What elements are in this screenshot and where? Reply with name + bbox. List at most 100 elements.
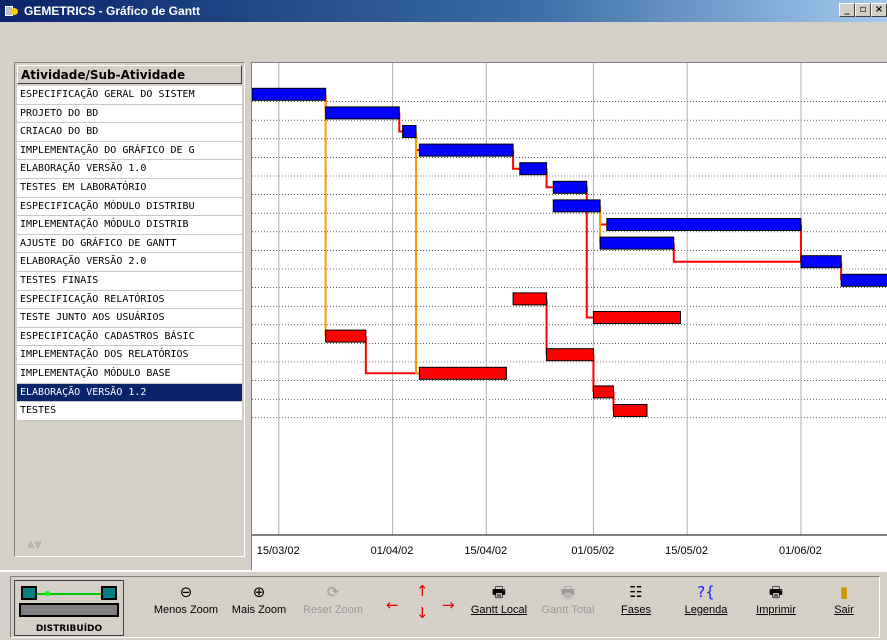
computer-right-icon: [101, 586, 117, 600]
task-bar: [402, 125, 417, 138]
reset-zoom-icon: ⟳: [326, 583, 340, 601]
task-bar: [840, 273, 887, 287]
gantt-local-label: Gantt Local: [470, 604, 528, 616]
gantt-total-button[interactable]: 🖶 Gantt Total: [536, 580, 600, 630]
reset-zoom-button[interactable]: ⟳ Reset Zoom: [298, 580, 368, 630]
activity-row[interactable]: CRIACAO DO BD: [17, 123, 242, 142]
x-tick-label: 01/05/02: [571, 545, 615, 557]
activity-row[interactable]: ELABORAÇÃO VERSÃO 1.0: [17, 160, 242, 179]
imprimir-label: Imprimir: [756, 604, 796, 616]
dependency-link: [599, 205, 607, 226]
close-button[interactable]: ×: [871, 3, 887, 17]
legend-icon: ?{: [697, 583, 715, 601]
task-bar: [552, 199, 601, 213]
task-bar: [325, 106, 400, 120]
activity-row[interactable]: TESTES FINAIS: [17, 271, 242, 291]
legenda-button[interactable]: ?{ Legenda: [676, 580, 736, 630]
activity-row[interactable]: PROJETO DO BD: [17, 104, 242, 124]
gantt-chart: 15/03/02 01/04/02 15/04/02 01/05/02 15/05/02…: [251, 62, 887, 570]
activity-row[interactable]: IMPLEMENTAÇÃO DO GRÁFICO DE G: [17, 141, 242, 161]
activity-list-header: Atividade/Sub-Atividade: [17, 65, 242, 84]
task-bar: [418, 143, 514, 157]
activity-row[interactable]: ESPECIFICAÇÃO CADASTROS BÁSIC: [17, 327, 242, 347]
scroll-arrows-icon[interactable]: ⩓⩔: [27, 536, 42, 552]
computer-left-icon: [21, 586, 37, 600]
task-bar: [512, 292, 548, 306]
distributed-caption: DISTRIBUÍDO: [35, 624, 103, 634]
fases-button[interactable]: ☷ Fases: [614, 580, 658, 630]
network-activity-dot: [45, 591, 50, 596]
phases-icon: ☷: [629, 583, 643, 601]
activity-row[interactable]: IMPLEMENTAÇÃO MÓDULO DISTRIB: [17, 216, 242, 235]
reset-zoom-label: Reset Zoom: [303, 604, 363, 616]
window-controls: _ ▫ ×: [839, 3, 887, 17]
network-base: [19, 603, 119, 617]
activity-row[interactable]: IMPLEMENTAÇÃO DOS RELATÓRIOS: [17, 346, 242, 365]
activity-row[interactable]: AJUSTE DO GRÁFICO DE GANTT: [17, 234, 242, 254]
x-tick-label: 01/06/02: [778, 545, 822, 557]
imprimir-button[interactable]: 🖶 Imprimir: [748, 580, 804, 630]
printer-total-icon: 🖶: [560, 583, 576, 601]
menos-zoom-button[interactable]: ⊖ Menos Zoom: [150, 580, 222, 630]
dependency-link: [512, 150, 520, 170]
task-bar: [592, 311, 681, 324]
task-bar: [418, 366, 507, 380]
task-bar: [546, 348, 594, 362]
gantt-chart-svg: [252, 63, 887, 536]
menos-zoom-label: Menos Zoom: [153, 604, 219, 616]
activity-rows: ESPECIFICAÇÃO GERAL DO SISTEM PROJETO DO …: [15, 86, 244, 421]
x-tick-label: 15/05/02: [665, 545, 708, 557]
activity-list: Atividade/Sub-Atividade ESPECIFICAÇÃO GE…: [14, 62, 245, 557]
gantt-local-button[interactable]: 🖶 Gantt Local: [466, 580, 532, 630]
window-title: GEMETRICS - Gráfico de Gantt: [24, 4, 201, 18]
arrow-left-icon[interactable]: ←: [386, 596, 399, 614]
task-bar: [599, 236, 675, 250]
activity-row[interactable]: TESTES: [17, 402, 242, 421]
activity-row[interactable]: ESPECIFICAÇÃO GERAL DO SISTEM: [17, 86, 242, 105]
printer-icon: 🖶: [768, 583, 784, 601]
title-bar: GEMETRICS - Gráfico de Gantt _ ▫ ×: [0, 0, 887, 22]
task-bar: [800, 255, 842, 269]
mais-zoom-label: Mais Zoom: [231, 604, 287, 616]
task-bar: [552, 180, 588, 194]
zoom-in-icon: ⊕: [252, 583, 266, 601]
app-icon: [4, 4, 20, 18]
task-bar: [613, 404, 648, 417]
fases-label: Fases: [621, 604, 651, 616]
exit-door-icon: ▮: [839, 583, 849, 601]
pan-arrows: ← ↑ ↓ →: [384, 582, 460, 626]
dependency-link: [672, 243, 801, 263]
activity-row[interactable]: TESTE JUNTO AOS USUÁRIOS: [17, 309, 242, 328]
task-bar: [325, 329, 367, 343]
activity-row[interactable]: ELABORAÇÃO VERSÃO 1.2: [17, 383, 242, 403]
activity-row[interactable]: ESPECIFICAÇÃO RELATÓRIOS: [17, 290, 242, 310]
bottom-toolbar: DISTRIBUÍDO ⊖ Menos Zoom ⊕ Mais Zoom ⟳ R…: [0, 570, 887, 640]
x-tick-label: 15/04/02: [464, 545, 508, 557]
activity-row[interactable]: ELABORAÇÃO VERSÃO 2.0: [17, 253, 242, 272]
arrow-down-icon[interactable]: ↓: [416, 604, 429, 622]
task-bar: [606, 218, 802, 231]
legenda-label: Legenda: [684, 604, 728, 616]
task-bar: [592, 385, 615, 399]
maximize-button[interactable]: ▫: [855, 3, 871, 17]
arrow-right-icon[interactable]: →: [442, 596, 455, 614]
x-tick-label: 01/04/02: [370, 545, 414, 557]
mais-zoom-button[interactable]: ⊕ Mais Zoom: [226, 580, 292, 630]
sair-button[interactable]: ▮ Sair: [826, 580, 862, 630]
task-bar: [252, 87, 327, 101]
dependency-link: [398, 112, 403, 133]
arrow-up-icon[interactable]: ↑: [416, 582, 429, 600]
zoom-out-icon: ⊖: [179, 583, 193, 601]
printer-local-icon: 🖶: [491, 583, 507, 601]
sair-label: Sair: [834, 604, 854, 616]
activity-row[interactable]: IMPLEMENTAÇÃO MÓDULO BASE: [17, 364, 242, 384]
dependency-link: [545, 168, 554, 189]
distributed-status-widget: DISTRIBUÍDO: [14, 580, 124, 636]
gantt-total-label: Gantt Total: [541, 604, 595, 616]
task-bar: [519, 162, 548, 176]
activity-row[interactable]: TESTES EM LABORATÓRIO: [17, 178, 242, 198]
dependency-link: [415, 131, 420, 375]
x-tick-label: 15/03/02: [256, 545, 300, 557]
activity-row[interactable]: ESPECIFICAÇÃO MÓDULO DISTRIBU: [17, 197, 242, 217]
minimize-button[interactable]: _: [839, 3, 855, 17]
